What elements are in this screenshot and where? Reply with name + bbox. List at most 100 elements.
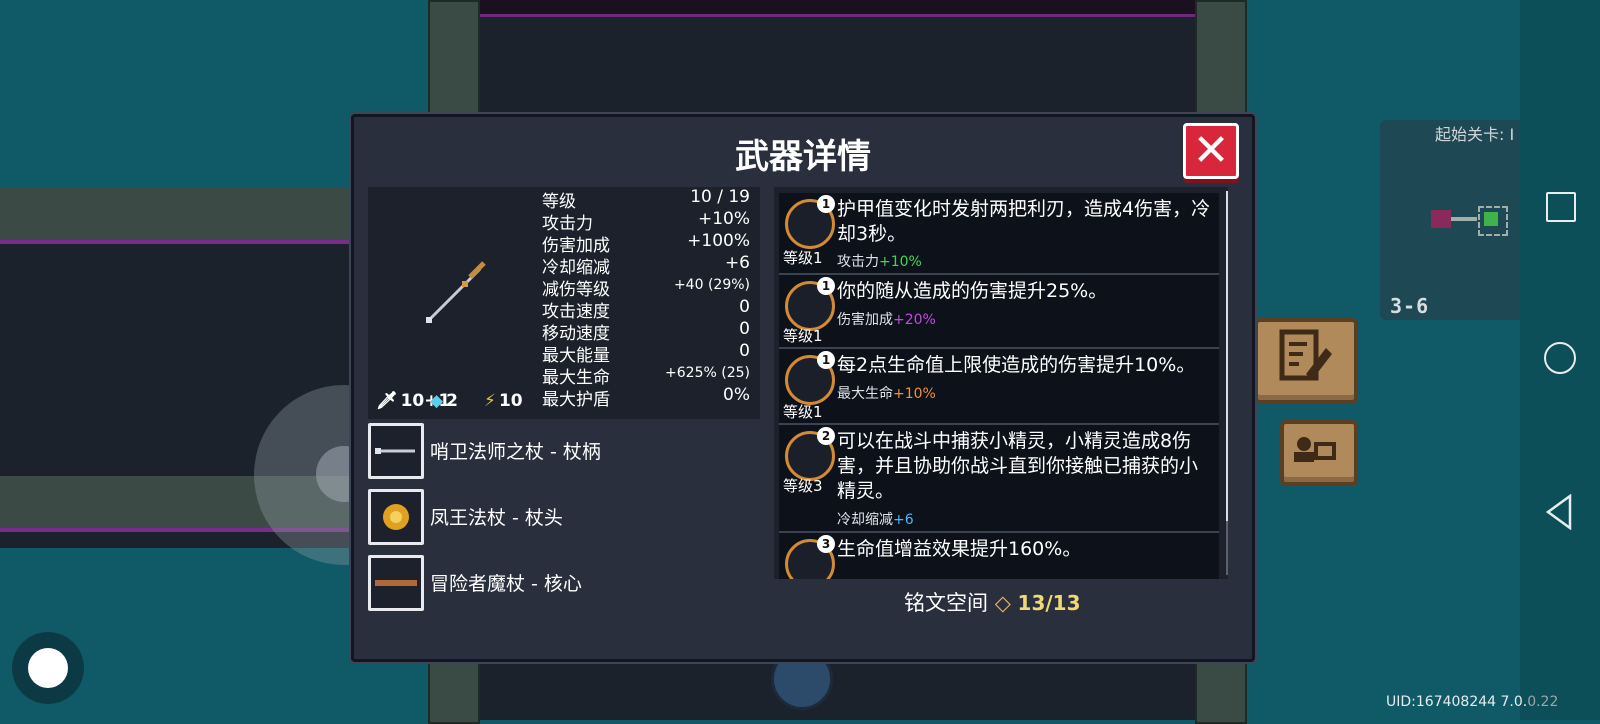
minimap-gift-room bbox=[1431, 210, 1451, 228]
wall-pillar bbox=[428, 656, 480, 724]
stat-value: 10 / 19 bbox=[690, 187, 750, 207]
inscription-badge: 1 bbox=[817, 351, 835, 369]
inscription-bonus: 伤害加成+20% bbox=[837, 309, 936, 329]
stat-value: +10% bbox=[697, 209, 750, 229]
rune-diamond-icon: ◇ bbox=[994, 591, 1011, 615]
bonus-value: +10% bbox=[893, 386, 936, 402]
staff-handle-icon bbox=[368, 423, 424, 479]
weapon-part-row[interactable]: 冒险者魔杖 - 核心 bbox=[368, 555, 768, 611]
bonus-label: 攻击力 bbox=[837, 254, 879, 270]
stat-value: +6 bbox=[724, 253, 750, 273]
weapon-part-label: 哨卫法师之杖 - 杖柄 bbox=[430, 441, 601, 463]
inscription-level: 等级1 bbox=[783, 249, 823, 267]
stat-row: 攻击速度 0 bbox=[542, 297, 758, 322]
uid-label: UID:167408244 7.0.0.22 bbox=[1386, 694, 1558, 710]
inscription-card[interactable]: 1 等级1 每2点生命值上限使造成的伤害提升10%。 最大生命+10% bbox=[779, 349, 1219, 425]
weapon-part-label: 凤王法杖 - 杖头 bbox=[430, 507, 563, 529]
stat-row: 移动速度 0 bbox=[542, 319, 758, 344]
inscription-card[interactable]: 2 等级3 可以在战斗中捕获小精灵，小精灵造成8伤害，并且协助你战斗直到你接触已… bbox=[779, 425, 1219, 533]
wall-pillar bbox=[428, 0, 480, 114]
stat-value: +625% (25) bbox=[665, 365, 750, 381]
inscription-badge: 1 bbox=[817, 195, 835, 213]
bonus-value: +20% bbox=[893, 312, 936, 328]
wall-pillar bbox=[1195, 0, 1247, 114]
inscription-text: 你的随从造成的伤害提升25%。 bbox=[837, 280, 1108, 302]
home-icon[interactable] bbox=[1544, 342, 1576, 374]
inscription-badge: 1 bbox=[817, 277, 835, 295]
inscription-text: 护甲值变化时发射两把利刃，造成4伤害，冷却3秒。 bbox=[837, 198, 1211, 245]
rune-space-count: 13/13 bbox=[1017, 591, 1081, 615]
crit-value: 10 bbox=[498, 391, 523, 411]
inscription-level: 等级1 bbox=[783, 403, 823, 421]
stat-value: 0 bbox=[739, 341, 750, 361]
bonus-value: +6 bbox=[893, 512, 914, 528]
stat-row: 减伤等级 +40 (29%) bbox=[542, 275, 758, 300]
stat-row: 攻击力 +10% bbox=[542, 209, 758, 234]
notes-button[interactable] bbox=[1254, 318, 1358, 404]
wall-pillar bbox=[1195, 656, 1247, 724]
uid-text: UID:167408244 7.0. bbox=[1386, 694, 1528, 710]
stat-value: 0% bbox=[723, 385, 750, 405]
minimap-corridor bbox=[1451, 217, 1477, 221]
bonus-label: 最大生命 bbox=[837, 386, 893, 402]
crit-stat: ⚡ 10 bbox=[484, 391, 523, 411]
energy-stat: ◆ 2 bbox=[430, 391, 458, 411]
stat-row: 最大生命 +625% (25) bbox=[542, 363, 758, 388]
sword-icon: 🗡 bbox=[376, 391, 398, 411]
bonus-label: 冷却缩减 bbox=[837, 512, 893, 528]
weapon-part-label: 冒险者魔杖 - 核心 bbox=[430, 573, 582, 595]
inscription-badge: 3 bbox=[817, 535, 835, 553]
inscription-card[interactable]: 1 等级1 护甲值变化时发射两把利刃，造成4伤害，冷却3秒。 攻击力+10% bbox=[779, 193, 1219, 275]
minimap-title: 起始关卡: I bbox=[1435, 125, 1515, 144]
stat-row: 最大能量 0 bbox=[542, 341, 758, 366]
bonus-value: +10% bbox=[879, 254, 922, 270]
recent-apps-icon[interactable] bbox=[1546, 192, 1576, 222]
inscription-level: 等级3 bbox=[783, 477, 823, 495]
stat-value: +100% bbox=[687, 231, 750, 251]
wand-core-icon bbox=[368, 555, 424, 611]
rune-space-label: 铭文空间 bbox=[904, 591, 988, 615]
dialog-title: 武器详情 bbox=[735, 137, 871, 177]
weapon-stats-panel: 等级 10 / 19 攻击力 +10% 伤害加成 +100% 冷却缩减 +6 减伤等级 +… bbox=[368, 187, 760, 419]
stat-value: 0 bbox=[739, 297, 750, 317]
dungeon-top-wall bbox=[428, 0, 1243, 17]
stat-value: +40 (29%) bbox=[673, 277, 750, 293]
close-button[interactable]: ✕ bbox=[1183, 123, 1239, 179]
inscription-bonus: 最大生命+10% bbox=[837, 383, 936, 403]
notes-edit-icon bbox=[1279, 329, 1332, 381]
bonus-label: 伤害加成 bbox=[837, 312, 893, 328]
weapon-part-row[interactable]: 凤王法杖 - 杖头 bbox=[368, 489, 768, 545]
staff-weapon-icon bbox=[426, 261, 486, 323]
inscription-bonus: 冷却缩减+6 bbox=[837, 509, 914, 529]
inscription-bonus: 攻击力+10% bbox=[837, 251, 922, 271]
back-icon[interactable] bbox=[1544, 494, 1574, 530]
weapon-details-dialog: 武器详情 ✕ 等级 10 / 19 攻击力 +10% 伤害加成 +100% 冷却缩减 +… bbox=[351, 114, 1255, 662]
uid-version-suffix: 0.22 bbox=[1527, 694, 1559, 710]
stat-label: 最大护盾 bbox=[542, 390, 610, 410]
attack-button-icon bbox=[28, 648, 68, 688]
energy-value: 2 bbox=[446, 391, 458, 411]
inscription-badge: 2 bbox=[817, 427, 835, 445]
inscription-level: 等级1 bbox=[783, 327, 823, 345]
flower-head-icon bbox=[368, 489, 424, 545]
weapon-part-row[interactable]: 哨卫法师之杖 - 杖柄 bbox=[368, 423, 768, 479]
inscription-list[interactable]: 1 等级1 护甲值变化时发射两把利刃，造成4伤害，冷却3秒。 攻击力+10% 1… bbox=[774, 187, 1228, 579]
stat-row: 冷却缩减 +6 bbox=[542, 253, 758, 278]
inscription-card[interactable]: 3 生命值增益效果提升160%。 bbox=[779, 533, 1219, 579]
crit-icon: ⚡ bbox=[484, 391, 496, 411]
stat-row: 最大护盾 0% bbox=[542, 385, 758, 410]
inscription-scroll-thumb[interactable] bbox=[1226, 191, 1228, 521]
inscription-text: 生命值增益效果提升160%。 bbox=[837, 538, 1082, 560]
close-icon: ✕ bbox=[1192, 125, 1230, 176]
stat-row: 等级 10 / 19 bbox=[542, 187, 758, 212]
inscription-text: 可以在战斗中捕获小精灵，小精灵造成8伤害，并且协助你战斗直到你接触已捕获的小精灵… bbox=[837, 430, 1199, 502]
minimap-player-marker bbox=[1484, 212, 1498, 226]
energy-crystal-icon: ◆ bbox=[430, 391, 444, 411]
rune-space: 铭文空间 ◇ 13/13 bbox=[904, 587, 1081, 617]
minimap-level: 3-6 bbox=[1390, 294, 1430, 318]
inscription-card[interactable]: 1 等级1 你的随从造成的伤害提升25%。 伤害加成+20% bbox=[779, 275, 1219, 349]
id-card-icon bbox=[1294, 437, 1336, 462]
stat-value: 0 bbox=[739, 319, 750, 339]
profile-card-button[interactable] bbox=[1280, 420, 1358, 486]
stat-row: 伤害加成 +100% bbox=[542, 231, 758, 256]
